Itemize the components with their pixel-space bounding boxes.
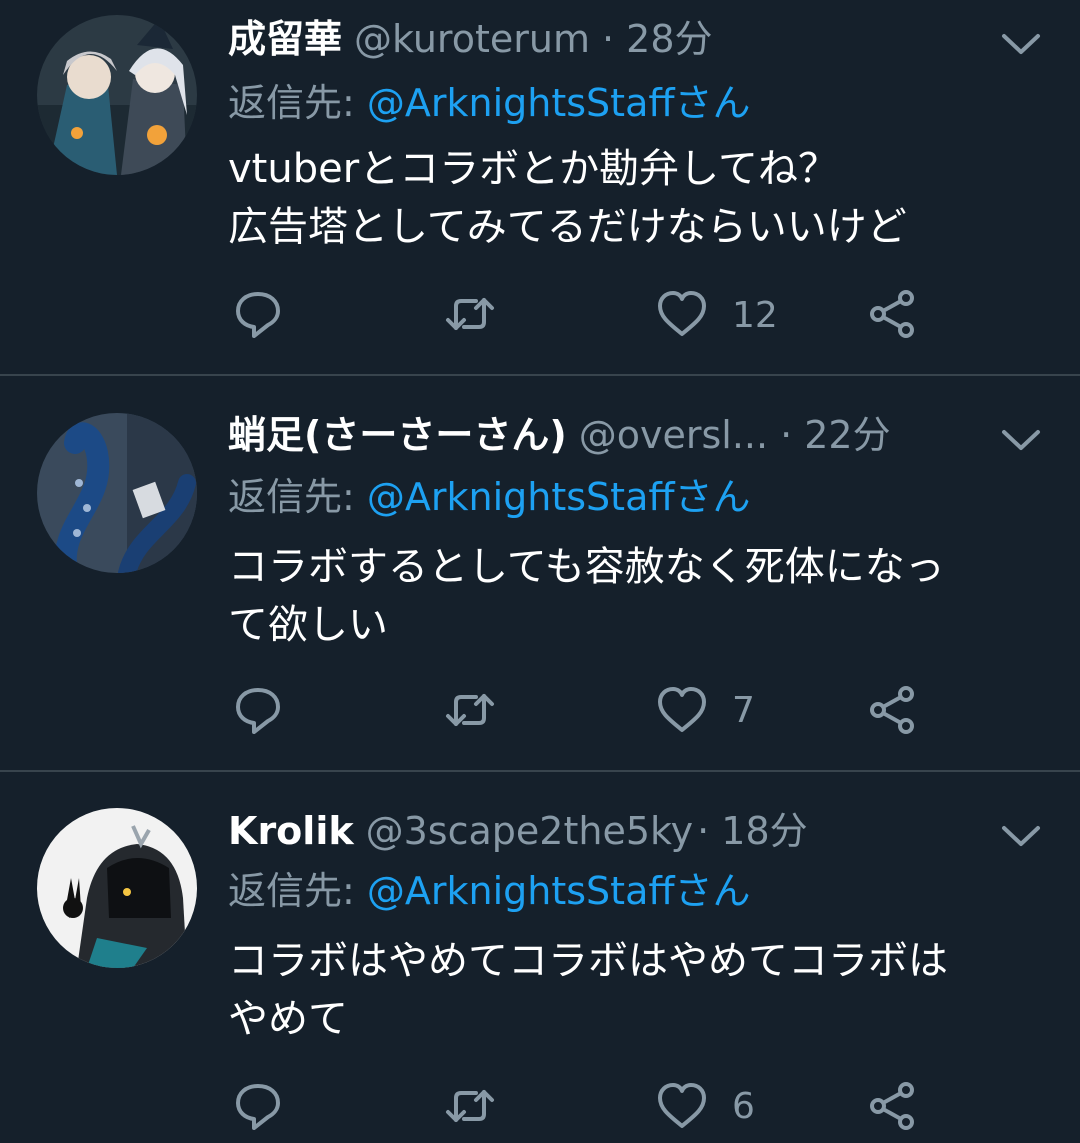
- reply-to-mention[interactable]: @ArknightsStaffさん: [367, 869, 751, 913]
- tweet-text-line: やめて: [228, 996, 348, 1042]
- divider: [0, 770, 1080, 772]
- reply-to: 返信先: @ArknightsStaffさん: [228, 866, 751, 916]
- like-count: 6: [732, 1086, 755, 1127]
- reply-icon[interactable]: [228, 1076, 288, 1136]
- tweet-header: 成留華 @kuroterum · 28分: [228, 14, 990, 64]
- share-icon[interactable]: [862, 284, 922, 344]
- reply-icon[interactable]: [228, 284, 288, 344]
- tweet-text: vtuberとコラボとか勘弁してね？ 広告塔としてみてるだけならいいけど: [228, 140, 1058, 256]
- timestamp[interactable]: · 28分: [602, 14, 713, 64]
- like-count: 7: [732, 690, 755, 731]
- reply-to-mention[interactable]: @ArknightsStaffさん: [367, 475, 751, 519]
- like-count: 12: [732, 295, 778, 336]
- tweet-header: Krolik @3scape2the5ky · 18分: [228, 806, 990, 856]
- display-name[interactable]: 成留華: [228, 14, 342, 64]
- chevron-down-icon[interactable]: [996, 820, 1046, 850]
- user-handle[interactable]: @oversl...: [579, 410, 768, 460]
- share-icon[interactable]: [862, 1076, 922, 1136]
- retweet-icon[interactable]: [440, 680, 500, 740]
- chevron-down-icon[interactable]: [996, 424, 1046, 454]
- tweet-text-line: vtuberとコラボとか勘弁してね？: [228, 146, 838, 192]
- like-icon[interactable]: [652, 680, 712, 740]
- reply-to-label: 返信先:: [228, 81, 367, 125]
- tweet-text-line: て欲しい: [228, 602, 388, 648]
- avatar-image: [37, 15, 197, 175]
- tweet-header: 蛸足(さーさーさん) @oversl... · 22分: [228, 410, 990, 460]
- tweet-text-line: 広告塔としてみてるだけならいいけど: [228, 204, 907, 250]
- retweet-icon[interactable]: [440, 284, 500, 344]
- chevron-down-icon[interactable]: [996, 28, 1046, 58]
- user-handle[interactable]: @kuroterum: [354, 14, 590, 64]
- user-handle[interactable]: @3scape2the5ky: [366, 806, 694, 856]
- avatar[interactable]: [37, 413, 197, 573]
- reply-to-label: 返信先:: [228, 869, 367, 913]
- reply-icon[interactable]: [228, 680, 288, 740]
- avatar[interactable]: [37, 808, 197, 968]
- tweet-text: コラボするとしても容赦なく死体になっ て欲しい: [228, 538, 1058, 654]
- avatar-image: [37, 808, 197, 968]
- display-name[interactable]: 蛸足(さーさーさん): [228, 410, 567, 460]
- retweet-icon[interactable]: [440, 1076, 500, 1136]
- tweet-text-line: コラボするとしても容赦なく死体になっ: [228, 544, 945, 590]
- divider: [0, 374, 1080, 376]
- display-name[interactable]: Krolik: [228, 806, 354, 856]
- reply-to: 返信先: @ArknightsStaffさん: [228, 472, 751, 522]
- timestamp[interactable]: · 18分: [697, 806, 808, 856]
- timestamp[interactable]: · 22分: [780, 410, 891, 460]
- share-icon[interactable]: [862, 680, 922, 740]
- avatar[interactable]: [37, 15, 197, 175]
- reply-to: 返信先: @ArknightsStaffさん: [228, 78, 751, 128]
- like-icon[interactable]: [652, 1076, 712, 1136]
- tweet-text: コラボはやめてコラボはやめてコラボは やめて: [228, 932, 1058, 1048]
- avatar-image: [37, 413, 197, 573]
- like-icon[interactable]: [652, 284, 712, 344]
- reply-to-label: 返信先:: [228, 475, 367, 519]
- tweet-text-line: コラボはやめてコラボはやめてコラボは: [228, 938, 948, 984]
- reply-to-mention[interactable]: @ArknightsStaffさん: [367, 81, 751, 125]
